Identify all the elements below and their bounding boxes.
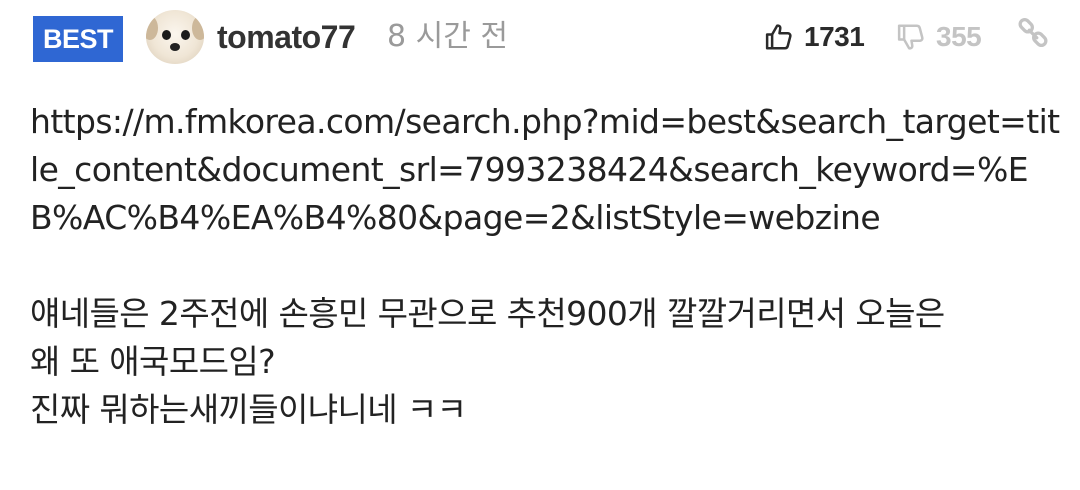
comment-text: 얘네들은 2주전에 손흥민 무관으로 추천900개 깔깔거리면서 오늘은 왜 또… <box>30 290 1060 434</box>
avatar-eye <box>162 30 171 40</box>
upvote-count: 1731 <box>804 21 865 52</box>
comment-url[interactable]: https://m.fmkorea.com/search.php?mid=bes… <box>30 98 1060 242</box>
upvote-button[interactable]: 1731 <box>764 14 865 60</box>
avatar-eye <box>181 30 190 40</box>
avatar-nose <box>170 43 180 51</box>
comment-line: 진짜 뭐하는새끼들이냐니네 ㅋㅋ <box>30 390 467 429</box>
copy-link-button[interactable] <box>1015 16 1051 52</box>
avatar[interactable] <box>146 10 204 64</box>
thumbs-up-icon <box>764 22 794 52</box>
avatar-ear <box>146 16 158 40</box>
timestamp: 8 시간 전 <box>387 19 508 54</box>
comment: BEST tomato77 8 시간 전 1731 355 https://m.… <box>0 0 1080 490</box>
downvote-button[interactable]: 355 <box>896 14 982 60</box>
link-icon <box>1015 18 1051 56</box>
comment-body: https://m.fmkorea.com/search.php?mid=bes… <box>30 98 1060 434</box>
username[interactable]: tomato77 <box>217 14 356 60</box>
best-badge: BEST <box>33 16 123 62</box>
comment-header: BEST tomato77 8 시간 전 1731 355 <box>0 0 1080 75</box>
downvote-count: 355 <box>936 21 982 52</box>
avatar-ear <box>192 16 204 40</box>
thumbs-down-icon <box>896 22 926 52</box>
comment-line: 얘네들은 2주전에 손흥민 무관으로 추천900개 깔깔거리면서 오늘은 <box>30 294 945 333</box>
comment-line: 왜 또 애국모드임? <box>30 342 276 381</box>
